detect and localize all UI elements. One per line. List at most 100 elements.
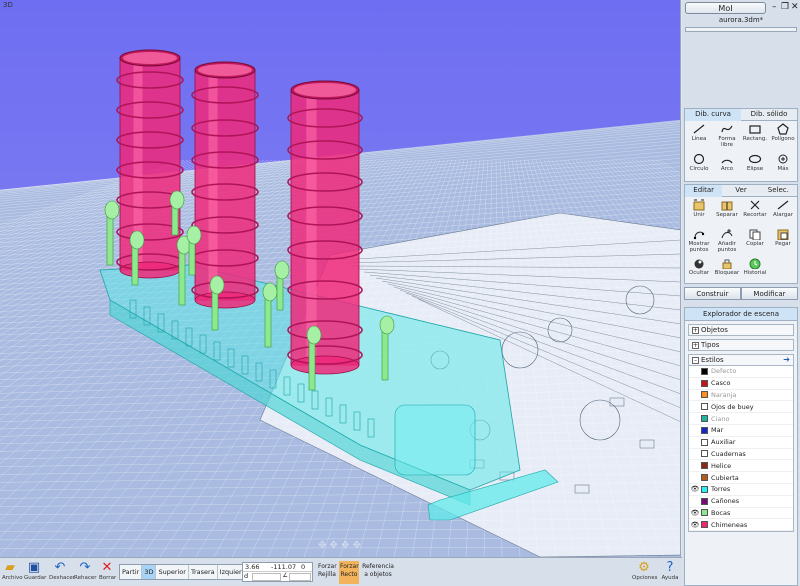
rehacer-label: Rehacer bbox=[74, 575, 97, 581]
objects-section[interactable]: + Objetos bbox=[688, 324, 794, 336]
style-row[interactable]: Defecto bbox=[689, 366, 793, 378]
style-row[interactable]: Mar bbox=[689, 425, 793, 437]
snap-flag-0[interactable]: Forzar Rejilla bbox=[317, 561, 337, 584]
style-row[interactable]: 👁 Torres bbox=[689, 484, 793, 496]
arrow-right-icon[interactable]: ➔ bbox=[783, 355, 790, 365]
tool-polígono-button[interactable]: Polígono bbox=[769, 121, 797, 151]
tool-elipse-button[interactable]: Elipse bbox=[741, 151, 769, 181]
edit-tab-2[interactable]: Selec. bbox=[759, 185, 797, 197]
style-color-swatch[interactable] bbox=[701, 415, 708, 423]
tool-recortar-button[interactable]: Recortar bbox=[741, 197, 769, 226]
more-icon bbox=[776, 153, 790, 165]
minimize-icon[interactable]: – bbox=[772, 3, 777, 12]
style-color-swatch[interactable] bbox=[701, 509, 708, 517]
opciones-button[interactable]: ⚙ Opciones bbox=[632, 560, 657, 581]
tool-mostrar-puntos-button[interactable]: Mostrar puntos bbox=[685, 226, 713, 255]
tool-copiar-button[interactable]: Copiar bbox=[741, 226, 769, 255]
style-color-swatch[interactable] bbox=[701, 497, 708, 505]
style-row[interactable]: 👁 Chimeneas bbox=[689, 519, 793, 532]
style-row[interactable]: Helice bbox=[689, 460, 793, 473]
eye-icon[interactable]: 👁 bbox=[689, 521, 701, 529]
guardar-button[interactable]: ▣ Guardar bbox=[24, 560, 46, 581]
modify-button[interactable]: Modificar bbox=[741, 287, 798, 300]
view-partir-button[interactable]: Partir bbox=[120, 565, 143, 579]
tool-alargar-button[interactable]: Alargar bbox=[769, 197, 797, 226]
ayuda-button[interactable]: ? Ayuda bbox=[660, 560, 680, 581]
rehacer-button[interactable]: ↷ Rehacer bbox=[74, 560, 96, 581]
close-icon[interactable]: ✕ bbox=[791, 3, 799, 12]
style-row[interactable]: Auxiliar bbox=[689, 437, 793, 449]
eye-icon[interactable]: 👁 bbox=[689, 485, 701, 493]
style-color-swatch[interactable] bbox=[701, 367, 708, 375]
style-color-swatch[interactable] bbox=[701, 521, 708, 529]
3d-viewport[interactable]: ✥ ✥ ✥ ✥ 3D bbox=[0, 0, 681, 557]
view-superior-button[interactable]: Superior bbox=[156, 565, 189, 579]
tool-label: Rectang. bbox=[742, 136, 768, 142]
view-3d-button[interactable]: 3D bbox=[142, 565, 157, 579]
snap-flag-1[interactable]: Forzar Recto bbox=[339, 561, 359, 584]
join-icon bbox=[692, 199, 706, 211]
show-points-icon bbox=[692, 228, 706, 240]
eye-icon[interactable]: 👁 bbox=[689, 509, 701, 517]
tool-bloquear-button[interactable]: Bloquear bbox=[713, 255, 741, 284]
tool-ocultar-button[interactable]: Ocultar bbox=[685, 255, 713, 284]
style-row[interactable]: Cañones bbox=[689, 496, 793, 508]
style-color-swatch[interactable] bbox=[701, 403, 708, 411]
style-color-swatch[interactable] bbox=[701, 426, 708, 434]
delete-icon: ✕ bbox=[101, 560, 113, 575]
options-icon: ⚙ bbox=[638, 560, 650, 575]
tool-label: Unir bbox=[693, 212, 705, 218]
tool-forma-libre-button[interactable]: Forma libre bbox=[713, 121, 741, 151]
styles-section[interactable]: – Estilos ➔ bbox=[688, 354, 794, 366]
tool-unir-button[interactable]: Unir bbox=[685, 197, 713, 226]
tool-pegar-button[interactable]: Pegar bbox=[769, 226, 797, 255]
draw-tools: Línea Forma libre Rectang. Polígono Círculo A… bbox=[685, 121, 797, 181]
edit-tab-0[interactable]: Editar bbox=[685, 185, 723, 197]
style-color-swatch[interactable] bbox=[701, 450, 708, 458]
view-trasera-button[interactable]: Trasera bbox=[188, 565, 218, 579]
bottom-toolbar: ▰ Archivo ▣ Guardar ↶ Deshacer ↷ Rehacer… bbox=[0, 557, 682, 586]
draw-tab-1[interactable]: Dib. sólido bbox=[741, 109, 797, 121]
archivo-label: Archivo bbox=[2, 575, 23, 581]
coordinate-input[interactable]: 3.66 -111.07 0 d ∠ bbox=[242, 562, 313, 582]
angle-field[interactable] bbox=[289, 573, 312, 581]
style-color-swatch[interactable] bbox=[701, 379, 708, 387]
style-color-swatch[interactable] bbox=[701, 474, 708, 482]
tool-rectang--button[interactable]: Rectang. bbox=[741, 121, 769, 151]
tool-arco-button[interactable]: Arco bbox=[713, 151, 741, 181]
style-color-swatch[interactable] bbox=[701, 391, 708, 399]
tool-más-button[interactable]: Más bbox=[769, 151, 797, 181]
distance-field[interactable] bbox=[251, 573, 282, 581]
flag-line2: a objetos bbox=[364, 571, 392, 578]
style-row[interactable]: Ciano bbox=[689, 413, 793, 425]
tool-círculo-button[interactable]: Círculo bbox=[685, 151, 713, 181]
view-navigation-widget[interactable]: ✥ ✥ ✥ ✥ bbox=[318, 540, 361, 551]
tool-historial-button[interactable]: Historial bbox=[741, 255, 769, 284]
style-row[interactable]: 👁 Bocas bbox=[689, 508, 793, 520]
style-name: Naranja bbox=[711, 390, 737, 399]
restore-icon[interactable]: ❐ bbox=[781, 3, 789, 12]
hide-icon bbox=[692, 257, 706, 269]
types-section[interactable]: + Tipos bbox=[688, 339, 794, 351]
style-row[interactable]: Cuadernas bbox=[689, 449, 793, 461]
style-row[interactable]: Cubierta bbox=[689, 472, 793, 484]
tool-separar-button[interactable]: Separar bbox=[713, 197, 741, 226]
snap-flag-2[interactable]: Referencia a objetos bbox=[361, 561, 395, 584]
style-color-swatch[interactable] bbox=[701, 485, 708, 493]
style-color-swatch[interactable] bbox=[701, 438, 708, 446]
style-row[interactable]: Ojos de buey bbox=[689, 401, 793, 414]
tool-línea-button[interactable]: Línea bbox=[685, 121, 713, 151]
construct-button[interactable]: Construir bbox=[684, 287, 741, 300]
borrar-button[interactable]: ✕ Borrar bbox=[99, 560, 116, 581]
style-row[interactable]: Naranja bbox=[689, 390, 793, 402]
style-color-swatch[interactable] bbox=[701, 462, 708, 470]
tool-añadir-puntos-button[interactable]: Añadir puntos bbox=[713, 226, 741, 255]
style-row[interactable]: Casco bbox=[689, 378, 793, 390]
edit-tab-1[interactable]: Ver bbox=[722, 185, 760, 197]
3d-scene[interactable]: ✥ ✥ ✥ ✥ bbox=[0, 0, 681, 557]
coord-x: 3.66 bbox=[245, 563, 260, 571]
style-name: Bocas bbox=[711, 508, 731, 517]
archivo-button[interactable]: ▰ Archivo bbox=[2, 560, 23, 581]
draw-tab-0[interactable]: Dib. curva bbox=[685, 109, 741, 121]
deshacer-button[interactable]: ↶ Deshacer bbox=[49, 560, 75, 581]
